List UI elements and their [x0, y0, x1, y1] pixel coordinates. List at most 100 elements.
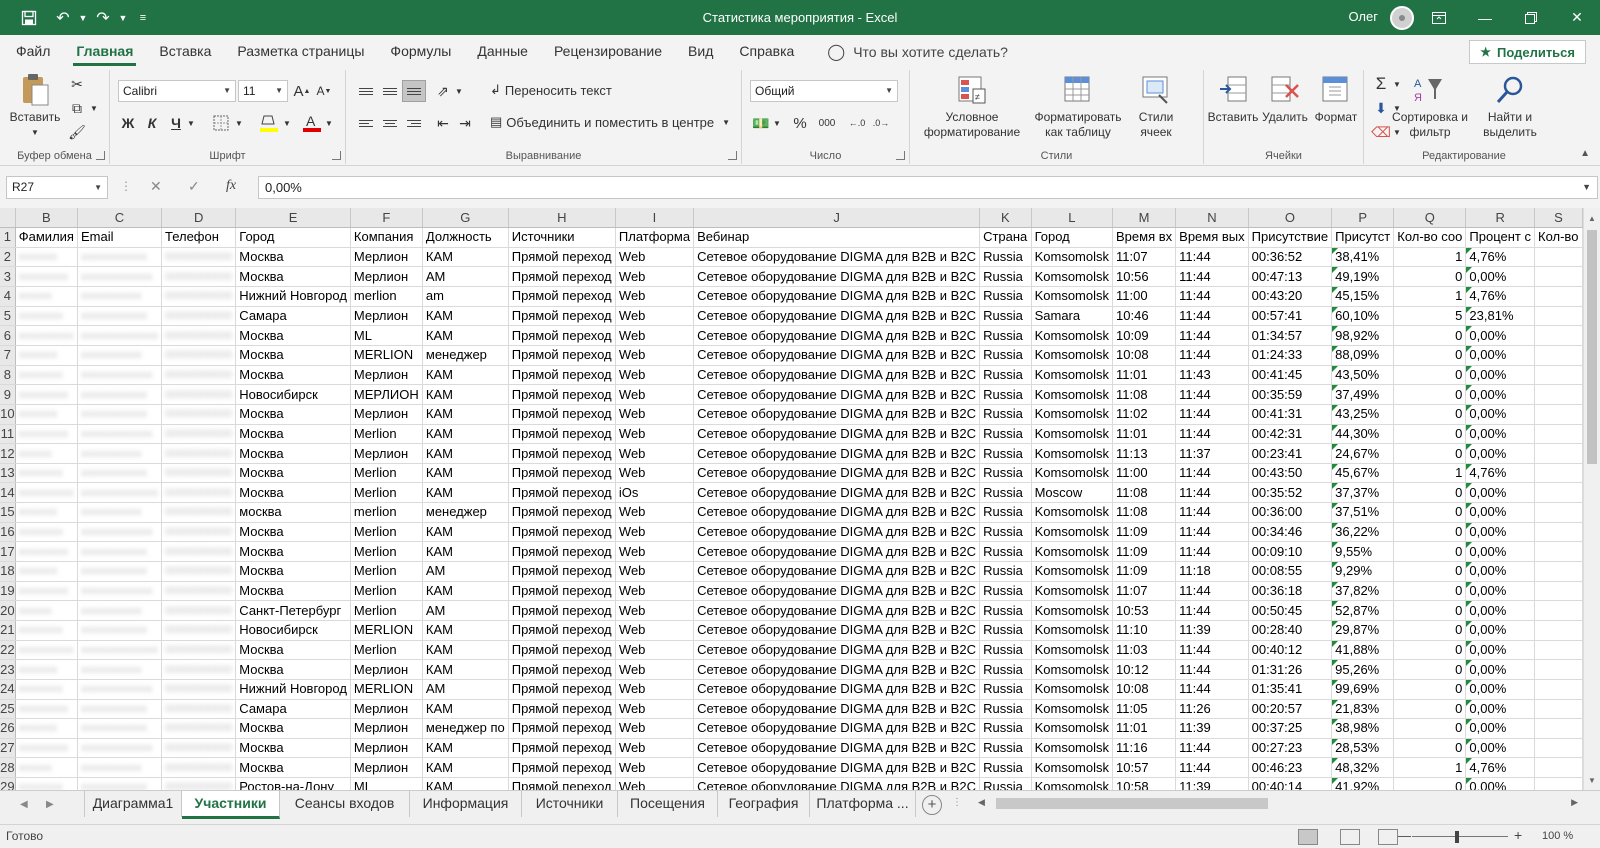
cell[interactable]: 01:31:26: [1248, 659, 1333, 680]
cell[interactable]: Komsomolsk: [1031, 777, 1114, 790]
spreadsheet-grid[interactable]: B C D E F G H I J K L M N O P Q R S 1 Фамилия Email Телефон Го…: [0, 208, 1583, 790]
cell[interactable]: Russia: [979, 482, 1032, 504]
collapse-ribbon-icon[interactable]: ▲: [1580, 148, 1590, 159]
cell[interactable]: АМ: [422, 600, 509, 621]
redacted-cell[interactable]: xxxxxxx: [15, 718, 78, 739]
cell[interactable]: Москва: [235, 718, 351, 739]
header-cell[interactable]: Телефон: [161, 227, 237, 248]
cell[interactable]: Сетевое оборудование DIGMA для B2B и B2C: [693, 738, 981, 759]
redo-dropdown-icon[interactable]: ▼: [116, 0, 130, 35]
redacted-cell[interactable]: 00000000000: [161, 306, 237, 327]
cell[interactable]: 11:01: [1112, 365, 1177, 386]
column-header[interactable]: E: [235, 208, 351, 229]
cell[interactable]: Web: [615, 659, 695, 680]
cell[interactable]: 11:39: [1175, 777, 1249, 790]
cell[interactable]: Komsomolsk: [1031, 286, 1114, 307]
cell[interactable]: Сетевое оборудование DIGMA для B2B и B2C: [693, 404, 981, 425]
row-header[interactable]: 24: [0, 679, 16, 700]
row-header[interactable]: 6: [0, 325, 16, 346]
redacted-cell[interactable]: 00000000000: [161, 463, 237, 484]
cell[interactable]: Web: [615, 247, 695, 268]
cell[interactable]: КАМ: [422, 522, 509, 543]
cell[interactable]: 11:44: [1175, 325, 1249, 346]
cell[interactable]: КАМ: [422, 777, 509, 790]
cell[interactable]: Web: [615, 266, 695, 288]
avatar[interactable]: [1390, 6, 1414, 30]
cell[interactable]: 0,00%: [1465, 325, 1535, 346]
cell[interactable]: 11:44: [1175, 738, 1249, 759]
cell[interactable]: МЕРЛИОН: [350, 384, 423, 405]
cell[interactable]: Web: [615, 384, 695, 405]
cell[interactable]: Ростов-на-Дону: [235, 777, 351, 790]
cell[interactable]: Russia: [979, 757, 1032, 779]
cell[interactable]: 00:34:46: [1248, 522, 1333, 543]
cell[interactable]: 0: [1393, 384, 1467, 405]
orientation-icon[interactable]: ⇗: [432, 80, 454, 102]
tab-file[interactable]: Файл: [3, 35, 63, 68]
cell[interactable]: 11:44: [1175, 600, 1249, 621]
cell[interactable]: Komsomolsk: [1031, 384, 1114, 405]
cell[interactable]: 45,67%: [1331, 463, 1395, 484]
cell[interactable]: merlion: [350, 286, 423, 307]
redacted-cell[interactable]: xxxxxxxxxxx: [77, 757, 162, 779]
cell[interactable]: Мерлион: [350, 266, 423, 288]
ribbon-display-icon[interactable]: [1416, 0, 1462, 35]
cell[interactable]: 11:44: [1175, 757, 1249, 779]
close-icon[interactable]: ✕: [1554, 0, 1600, 35]
tab-formulas[interactable]: Формулы: [377, 35, 464, 68]
cell[interactable]: 0: [1393, 699, 1467, 720]
row-header[interactable]: 18: [0, 561, 16, 582]
cell[interactable]: Komsomolsk: [1031, 659, 1114, 680]
cell[interactable]: 38,41%: [1331, 247, 1395, 268]
row-header[interactable]: 7: [0, 345, 16, 366]
row-header[interactable]: 29: [0, 777, 16, 790]
insert-cells-button[interactable]: Вставить: [1206, 74, 1260, 125]
column-header[interactable]: H: [508, 208, 616, 229]
cell[interactable]: Сетевое оборудование DIGMA для B2B и B2C: [693, 561, 981, 582]
align-middle-icon[interactable]: [378, 80, 402, 102]
cell[interactable]: Москва: [235, 640, 351, 661]
underline-dropdown-icon[interactable]: ▼: [186, 112, 196, 134]
cell[interactable]: ML: [350, 325, 423, 346]
cell[interactable]: КАМ: [422, 541, 509, 563]
cell[interactable]: Komsomolsk: [1031, 581, 1114, 602]
cell[interactable]: 00:41:31: [1248, 404, 1333, 425]
select-all-corner[interactable]: [0, 208, 16, 229]
redacted-cell[interactable]: xxxxxxx: [15, 345, 78, 366]
cell[interactable]: Komsomolsk: [1031, 345, 1114, 366]
header-cell[interactable]: Платформа: [615, 227, 695, 248]
cell[interactable]: Komsomolsk: [1031, 757, 1114, 779]
cell[interactable]: [1534, 286, 1583, 307]
cell[interactable]: 0,00%: [1465, 345, 1535, 366]
sheet-tab-sessions[interactable]: Сеансы входов: [280, 791, 410, 817]
fill-color-dropdown-icon[interactable]: ▼: [282, 112, 292, 134]
redacted-cell[interactable]: 00000000000: [161, 699, 237, 720]
conditional-formatting-button[interactable]: ≠ Условное форматирование: [916, 74, 1028, 140]
cell[interactable]: Самара: [235, 306, 351, 327]
cell[interactable]: Russia: [979, 502, 1032, 523]
borders-dropdown-icon[interactable]: ▼: [234, 112, 244, 134]
cell[interactable]: 11:44: [1175, 522, 1249, 543]
cell[interactable]: Russia: [979, 679, 1032, 700]
cell[interactable]: Komsomolsk: [1031, 443, 1114, 464]
redacted-cell[interactable]: xxxxxxxx: [15, 306, 78, 327]
cell[interactable]: 11:39: [1175, 620, 1249, 641]
cell[interactable]: Сетевое оборудование DIGMA для B2B и B2C: [693, 286, 981, 307]
cancel-icon[interactable]: ✕: [150, 178, 162, 195]
cell[interactable]: КАМ: [422, 404, 509, 425]
cell[interactable]: Russia: [979, 424, 1032, 445]
cell[interactable]: 11:44: [1175, 247, 1249, 268]
row-header[interactable]: 3: [0, 266, 16, 288]
cell[interactable]: 1: [1393, 286, 1467, 307]
cell[interactable]: Web: [615, 679, 695, 700]
cell[interactable]: Web: [615, 286, 695, 307]
cell[interactable]: КАМ: [422, 443, 509, 464]
cell[interactable]: Merlion: [350, 424, 423, 445]
cell[interactable]: 10:58: [1112, 777, 1177, 790]
cell[interactable]: 00:35:52: [1248, 482, 1333, 504]
redacted-cell[interactable]: xxxxxxxx: [15, 620, 78, 641]
column-header[interactable]: I: [615, 208, 695, 229]
redacted-cell[interactable]: 00000000000: [161, 522, 237, 543]
row-header[interactable]: 22: [0, 640, 16, 661]
cell[interactable]: 37,51%: [1331, 502, 1395, 523]
